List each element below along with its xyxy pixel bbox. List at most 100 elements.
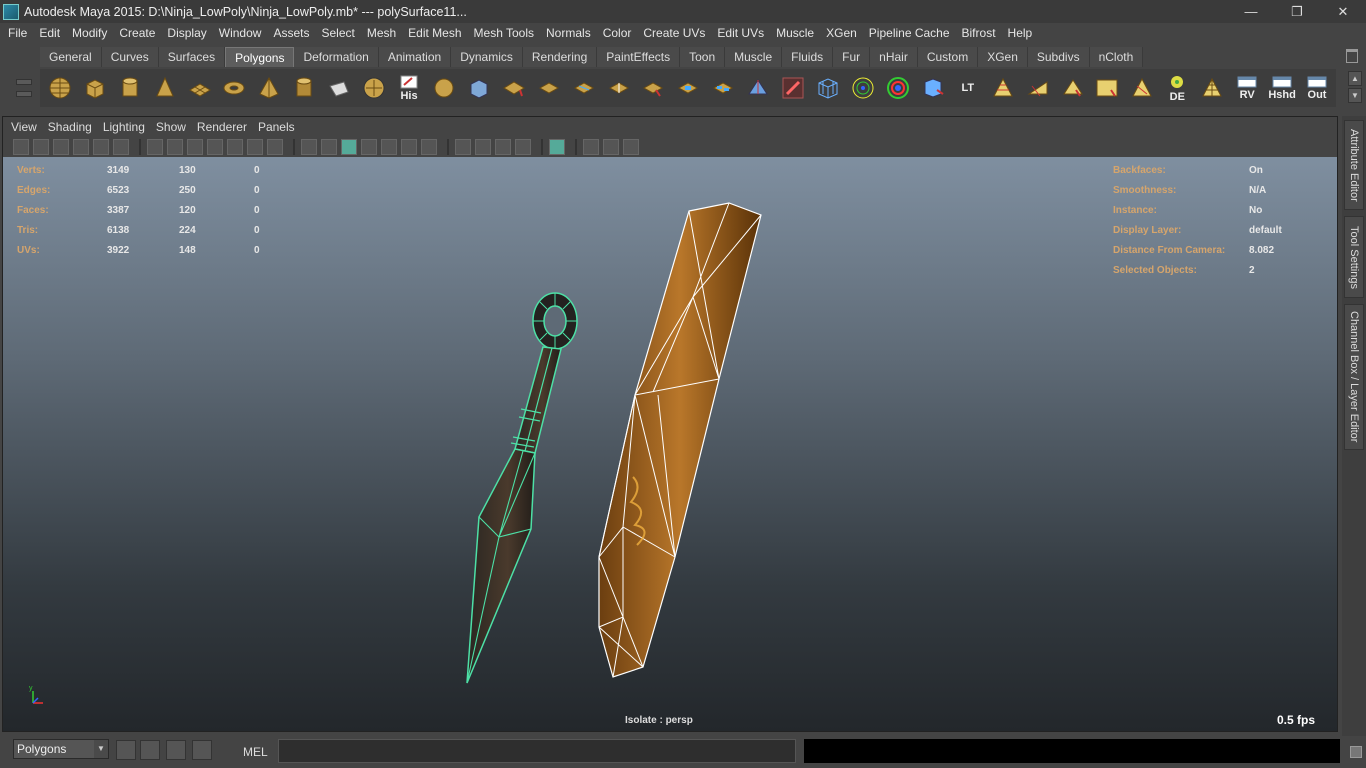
menu-select[interactable]: Select — [315, 26, 360, 40]
menu-help[interactable]: Help — [1002, 26, 1039, 40]
checker-uv-icon[interactable] — [1196, 72, 1228, 104]
menu-set-dropdown[interactable]: Polygons ▼ — [13, 739, 109, 759]
poly-cube-icon[interactable] — [79, 72, 111, 104]
panel-menu-renderer[interactable]: Renderer — [193, 120, 254, 134]
mel-label[interactable]: MEL — [243, 745, 268, 759]
menu-edit[interactable]: Edit — [33, 26, 66, 40]
screen-space-ao-icon[interactable] — [455, 139, 471, 155]
tab-attribute-editor[interactable]: Attribute Editor — [1344, 120, 1364, 210]
poly-plane-icon[interactable] — [184, 72, 216, 104]
poly-sphere-icon[interactable] — [44, 72, 76, 104]
menu-mesh-tools[interactable]: Mesh Tools — [468, 26, 540, 40]
camera-attributes-icon[interactable] — [33, 139, 49, 155]
hud-icon[interactable] — [623, 139, 639, 155]
split-polygon-icon[interactable] — [568, 72, 600, 104]
scabbard-mesh[interactable] — [598, 202, 762, 678]
rv-button[interactable]: RV — [1231, 72, 1263, 104]
grid-icon[interactable] — [147, 139, 163, 155]
menu-display[interactable]: Display — [161, 26, 212, 40]
insert-edge-loop-icon[interactable] — [603, 72, 635, 104]
wireframe-on-shaded-icon[interactable] — [341, 139, 357, 155]
menu-xgen[interactable]: XGen — [820, 26, 863, 40]
shelf-tab-curves[interactable]: Curves — [101, 47, 159, 67]
field-chart-icon[interactable] — [227, 139, 243, 155]
shelf-tab-polygons[interactable]: Polygons — [225, 47, 295, 67]
image-plane-icon[interactable] — [73, 139, 89, 155]
multisample-aa-icon[interactable] — [495, 139, 511, 155]
kunai-mesh[interactable] — [466, 292, 578, 684]
panel-menu-lighting[interactable]: Lighting — [99, 120, 152, 134]
shelf-tab-general[interactable]: General — [40, 47, 102, 67]
safe-action-icon[interactable] — [247, 139, 263, 155]
textured-icon[interactable] — [381, 139, 397, 155]
wireframe-icon[interactable] — [301, 139, 317, 155]
select-camera-icon[interactable] — [13, 139, 29, 155]
bookmarks-icon[interactable] — [53, 139, 69, 155]
append-polygon-icon[interactable] — [533, 72, 565, 104]
smooth-shade-icon[interactable] — [321, 139, 337, 155]
2d-pan-zoom-icon[interactable] — [113, 139, 129, 155]
menu-normals[interactable]: Normals — [540, 26, 597, 40]
grease-pencil-icon[interactable] — [93, 139, 109, 155]
out-button[interactable]: Out — [1301, 72, 1333, 104]
offset-edge-loop-icon[interactable] — [638, 72, 670, 104]
shelf-tab-dynamics[interactable]: Dynamics — [451, 47, 523, 67]
snap-icon[interactable] — [116, 740, 136, 760]
command-input[interactable] — [278, 739, 796, 763]
history-button[interactable]: His — [393, 72, 425, 104]
transform-icon[interactable] — [847, 72, 879, 104]
menu-create[interactable]: Create — [113, 26, 161, 40]
menu-color[interactable]: Color — [597, 26, 638, 40]
separate-icon[interactable] — [708, 72, 740, 104]
rotate-tool-icon[interactable] — [882, 72, 914, 104]
isolate-select-icon[interactable] — [549, 139, 565, 155]
motion-blur-icon[interactable] — [475, 139, 491, 155]
lt-button[interactable]: LT — [952, 72, 984, 104]
planar-map-icon[interactable] — [1022, 72, 1054, 104]
shelf-tab-painteffects[interactable]: PaintEffects — [597, 47, 681, 67]
panel-menu-view[interactable]: View — [7, 120, 44, 134]
shelf-handle[interactable] — [10, 47, 38, 109]
panel-menu-panels[interactable]: Panels — [254, 120, 302, 134]
smooth-icon[interactable] — [428, 72, 460, 104]
menu-window[interactable]: Window — [213, 26, 268, 40]
panel-menu-shading[interactable]: Shading — [44, 120, 99, 134]
paint-tool-icon[interactable] — [777, 72, 809, 104]
poly-pyramid-icon[interactable] — [254, 72, 286, 104]
combine-icon[interactable] — [358, 72, 390, 104]
minimize-button[interactable]: — — [1228, 0, 1274, 23]
trash-icon[interactable] — [1346, 49, 1358, 63]
depth-of-field-icon[interactable] — [515, 139, 531, 155]
shelf-tab-animation[interactable]: Animation — [378, 47, 452, 67]
uv-editor-icon[interactable] — [917, 72, 949, 104]
menu-modify[interactable]: Modify — [66, 26, 113, 40]
extrude-icon[interactable] — [463, 72, 495, 104]
shelf-scroll-down-icon[interactable]: ▼ — [1348, 88, 1362, 103]
automatic-map-icon[interactable] — [1092, 72, 1124, 104]
poly-cone-icon[interactable] — [149, 72, 181, 104]
xray-active-icon[interactable] — [603, 139, 619, 155]
menu-pipeline-cache[interactable]: Pipeline Cache — [863, 26, 956, 40]
cylindrical-map-icon[interactable] — [1057, 72, 1089, 104]
show-editor-icon[interactable] — [140, 740, 160, 760]
hshd-button[interactable]: Hshd — [1266, 72, 1298, 104]
shelf-tab-ncloth[interactable]: nCloth — [1089, 47, 1144, 67]
menu-edit-uvs[interactable]: Edit UVs — [711, 26, 770, 40]
resolution-gate-icon[interactable] — [187, 139, 203, 155]
poly-torus-icon[interactable] — [219, 72, 251, 104]
menu-assets[interactable]: Assets — [267, 26, 315, 40]
shelf-tab-deformation[interactable]: Deformation — [294, 47, 379, 67]
menu-create-uvs[interactable]: Create UVs — [637, 26, 711, 40]
poly-pipe-icon[interactable] — [288, 72, 320, 104]
layout-uv-icon[interactable] — [1127, 72, 1159, 104]
gate-mask-icon[interactable] — [207, 139, 223, 155]
shelf-tab-fluids[interactable]: Fluids — [782, 47, 834, 67]
shelf-tab-subdivs[interactable]: Subdivs — [1027, 47, 1090, 67]
close-button[interactable]: ✕ — [1320, 0, 1366, 23]
shelf-scroll-up-icon[interactable]: ▲ — [1348, 71, 1362, 86]
shelf-tab-surfaces[interactable]: Surfaces — [158, 47, 226, 67]
unfold-uv-icon[interactable] — [987, 72, 1019, 104]
extract-icon[interactable] — [673, 72, 705, 104]
shelf-tab-muscle[interactable]: Muscle — [725, 47, 783, 67]
shadows-icon[interactable] — [421, 139, 437, 155]
